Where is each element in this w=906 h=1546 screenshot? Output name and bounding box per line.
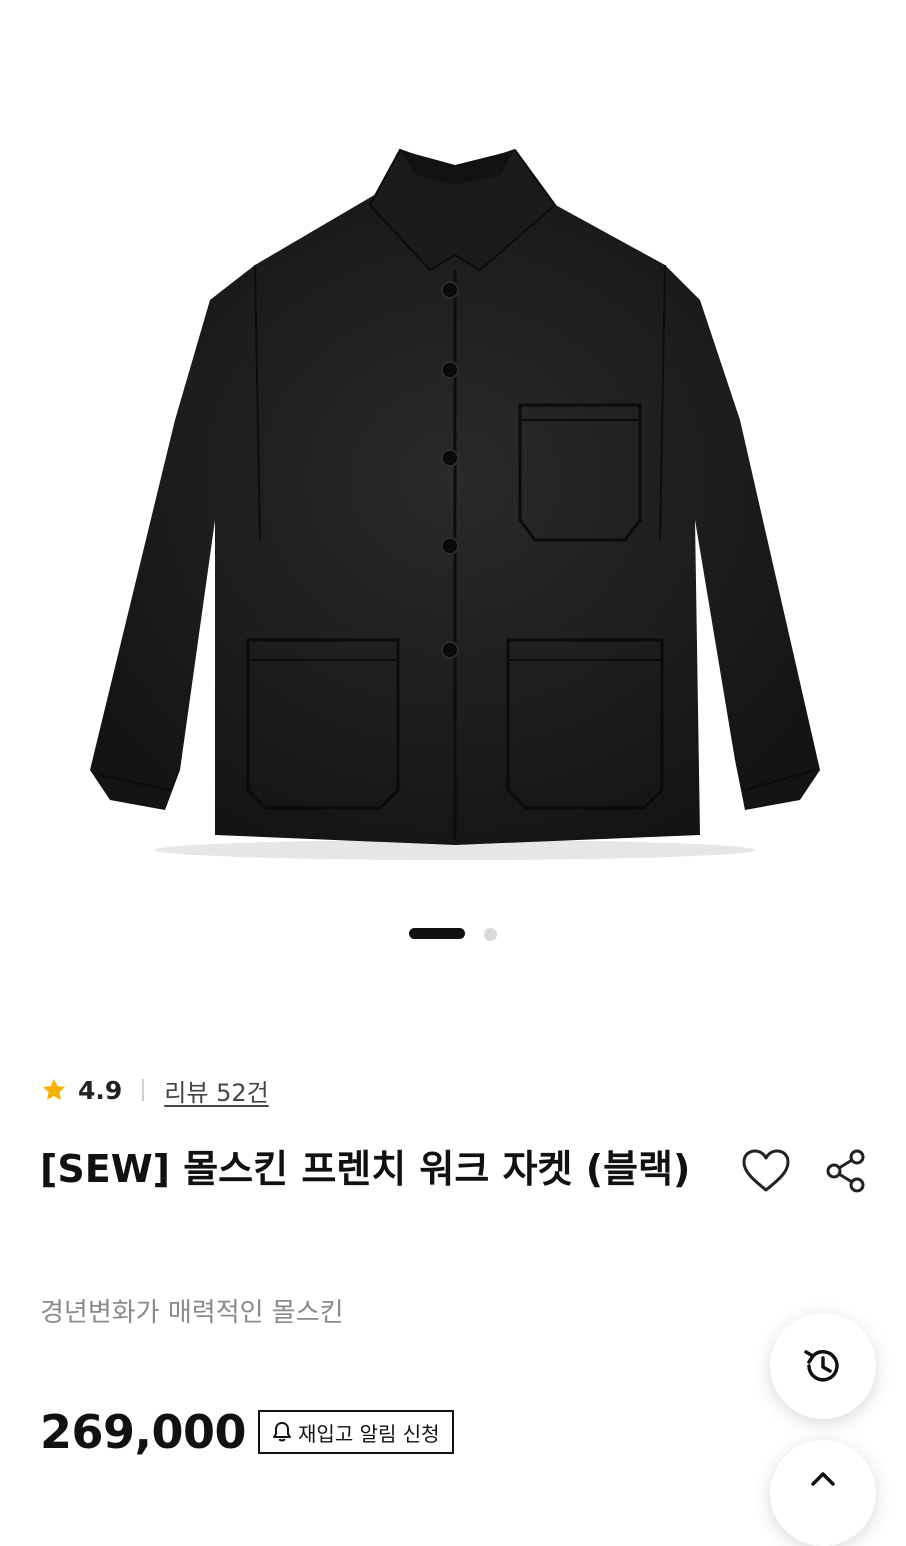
recent-viewed-button[interactable] <box>770 1313 876 1419</box>
heart-icon <box>742 1149 790 1192</box>
product-title: [SEW] 몰스킨 프렌치 워크 자켓 (블랙) <box>40 1147 691 1191</box>
carousel-indicator <box>0 925 906 941</box>
divider <box>142 1079 145 1101</box>
price-row: 269,000 재입고 알림 신청 <box>40 1405 454 1459</box>
bell-icon <box>272 1421 292 1443</box>
product-price: 269,000 <box>40 1405 247 1459</box>
history-icon <box>804 1350 839 1382</box>
reviews-link[interactable]: 리뷰 52건 <box>164 1073 268 1108</box>
restock-alert-button[interactable]: 재입고 알림 신청 <box>258 1410 454 1454</box>
product-image[interactable] <box>0 0 906 900</box>
share-icon <box>826 1149 865 1193</box>
carousel-dot[interactable] <box>484 928 497 941</box>
chevron-up-icon <box>811 1472 835 1486</box>
restock-label: 재입고 알림 신청 <box>298 1421 440 1446</box>
jacket-photo <box>90 148 820 860</box>
product-subtitle: 경년변화가 매력적인 몰스킨 <box>40 1298 344 1328</box>
product-actions <box>740 1145 872 1197</box>
scroll-top-button[interactable] <box>770 1440 876 1546</box>
share-button[interactable] <box>820 1145 872 1197</box>
rating-value: 4.9 <box>78 1075 123 1105</box>
carousel-dot-active[interactable] <box>409 928 465 939</box>
like-button[interactable] <box>740 1145 792 1197</box>
rating-row: 4.9 리뷰 52건 <box>40 1072 269 1108</box>
star-icon <box>42 1078 66 1100</box>
